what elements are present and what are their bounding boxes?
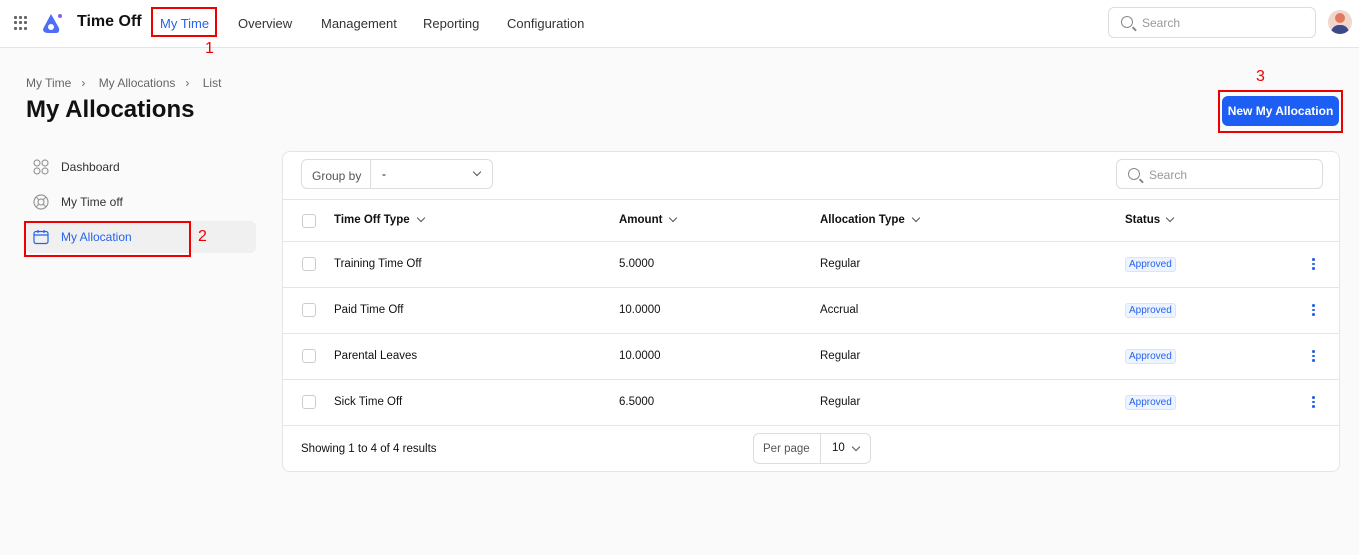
nav-my-time[interactable]: My Time [160, 16, 209, 31]
breadcrumb-list: List [202, 76, 222, 90]
status-badge: Approved [1125, 349, 1176, 364]
app-launcher-icon[interactable] [14, 16, 28, 30]
row-checkbox[interactable] [302, 395, 316, 409]
cell-time-off-type: Parental Leaves [334, 350, 418, 362]
breadcrumb: My Time › My Allocations › List [26, 76, 231, 90]
cell-time-off-type: Training Time Off [334, 258, 422, 270]
more-options-icon[interactable] [1312, 350, 1315, 362]
annotation-label-1: 1 [205, 40, 214, 57]
more-options-icon[interactable] [1312, 304, 1315, 316]
col-allocation-type[interactable]: Allocation Type [820, 214, 905, 226]
grid-icon [33, 159, 49, 175]
top-bar: Time Off My Time Overview Management Rep… [0, 0, 1359, 48]
cell-amount: 10.0000 [619, 350, 661, 362]
app-title: Time Off [77, 13, 142, 30]
search-icon [1128, 168, 1140, 180]
nav-reporting[interactable]: Reporting [423, 16, 479, 31]
col-status[interactable]: Status [1125, 214, 1160, 226]
annotation-label-2: 2 [198, 228, 207, 245]
search-icon [1121, 16, 1133, 28]
breadcrumb-my-allocations[interactable]: My Allocations [99, 76, 176, 90]
table-row[interactable]: Paid Time Off 10.0000 Accrual Approved [283, 287, 1339, 333]
sort-icon[interactable] [911, 213, 921, 223]
allocations-table-card: Group by - Search Time Off Type Amount A… [282, 151, 1340, 472]
sidebar-item-my-time-off[interactable]: My Time off [26, 186, 256, 218]
sort-icon[interactable] [668, 213, 678, 223]
row-checkbox[interactable] [302, 349, 316, 363]
lifebuoy-icon [33, 194, 49, 210]
breadcrumb-my-time[interactable]: My Time [26, 76, 71, 90]
chevron-right-icon: › [81, 76, 86, 90]
logo-icon [43, 14, 62, 33]
more-options-icon[interactable] [1312, 396, 1315, 408]
nav-management[interactable]: Management [321, 16, 397, 31]
status-badge: Approved [1125, 257, 1176, 272]
cell-amount: 6.5000 [619, 396, 655, 408]
cell-allocation-type: Accrual [820, 304, 859, 316]
cell-amount: 5.0000 [619, 258, 655, 270]
sidebar-item-my-allocation[interactable]: My Allocation [26, 221, 256, 253]
row-checkbox[interactable] [302, 303, 316, 317]
per-page-select[interactable]: Per page 10 [753, 433, 871, 464]
sort-icon[interactable] [1165, 213, 1175, 223]
cell-amount: 10.0000 [619, 304, 661, 316]
table-header: Time Off Type Amount Allocation Type Sta… [283, 199, 1339, 241]
sidebar-item-dashboard[interactable]: Dashboard [26, 151, 256, 183]
nav-configuration[interactable]: Configuration [507, 16, 584, 31]
status-badge: Approved [1125, 303, 1176, 318]
nav-overview[interactable]: Overview [238, 16, 292, 31]
chevron-down-icon [851, 442, 861, 452]
group-by-select[interactable]: Group by - [301, 159, 493, 189]
results-summary: Showing 1 to 4 of 4 results [301, 443, 437, 455]
chevron-right-icon: › [185, 76, 190, 90]
cell-time-off-type: Paid Time Off [334, 304, 404, 316]
table-row[interactable]: Training Time Off 5.0000 Regular Approve… [283, 241, 1339, 287]
table-row[interactable]: Parental Leaves 10.0000 Regular Approved [283, 333, 1339, 379]
divider [283, 425, 1339, 426]
avatar[interactable] [1328, 10, 1352, 34]
calendar-icon [33, 230, 49, 245]
more-options-icon[interactable] [1312, 258, 1315, 270]
chevron-down-icon [472, 167, 482, 177]
cell-allocation-type: Regular [820, 396, 861, 408]
cell-time-off-type: Sick Time Off [334, 396, 403, 408]
sort-icon[interactable] [416, 213, 426, 223]
select-all-checkbox[interactable] [302, 214, 316, 228]
status-badge: Approved [1125, 395, 1176, 410]
page-title: My Allocations [26, 96, 195, 123]
table-search-input[interactable]: Search [1116, 159, 1323, 189]
annotation-label-3: 3 [1256, 68, 1265, 85]
cell-allocation-type: Regular [820, 350, 861, 362]
col-time-off-type[interactable]: Time Off Type [334, 214, 410, 226]
cell-allocation-type: Regular [820, 258, 861, 270]
col-amount[interactable]: Amount [619, 214, 662, 226]
row-checkbox[interactable] [302, 257, 316, 271]
global-search-input[interactable]: Search [1108, 7, 1316, 38]
table-row[interactable]: Sick Time Off 6.5000 Regular Approved [283, 379, 1339, 425]
new-allocation-button[interactable]: New My Allocation [1222, 96, 1339, 126]
